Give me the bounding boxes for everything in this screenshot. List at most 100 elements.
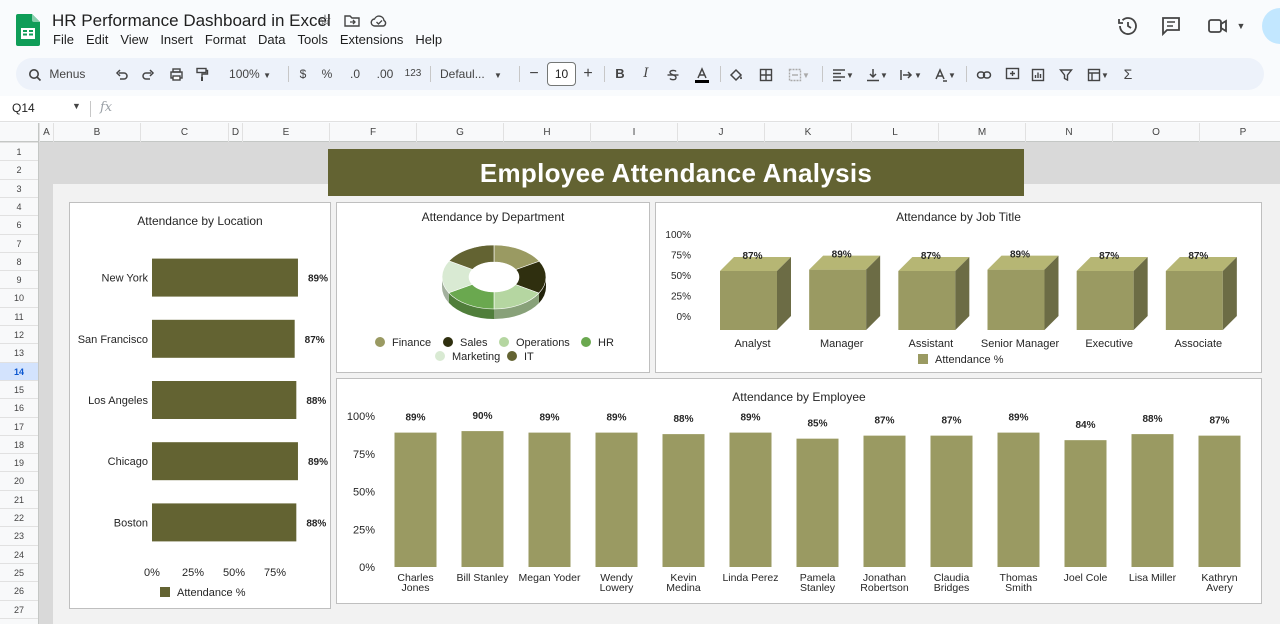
row-header-17[interactable]: 17 xyxy=(0,416,38,435)
insert-chart-button[interactable] xyxy=(1028,58,1048,90)
search-menus-button[interactable]: Menus xyxy=(28,58,108,90)
borders-button[interactable] xyxy=(756,58,776,90)
column-header-e[interactable]: E xyxy=(242,123,329,142)
paint-format-button[interactable] xyxy=(192,58,212,90)
filter-views-button[interactable]: ▼ xyxy=(1082,58,1114,90)
redo-button[interactable] xyxy=(138,58,158,90)
insert-link-button[interactable] xyxy=(974,58,994,90)
chart-attendance-by-job-title[interactable]: Attendance by Job Title 100% 75% 50% 25% 0% 8… xyxy=(655,202,1262,373)
functions-button[interactable]: Σ xyxy=(1120,58,1136,90)
currency-format-button[interactable]: $ xyxy=(294,58,312,90)
comments-icon[interactable] xyxy=(1159,14,1183,38)
column-header-d[interactable]: D xyxy=(228,123,242,142)
row-header-12[interactable]: 12 xyxy=(0,325,38,343)
row-header-28[interactable]: 28 xyxy=(0,617,38,624)
row-header-10[interactable]: 10 xyxy=(0,288,38,306)
column-header-i[interactable]: I xyxy=(590,123,677,142)
column-header-f[interactable]: F xyxy=(329,123,416,142)
fill-color-button[interactable] xyxy=(726,58,746,90)
row-header-24[interactable]: 24 xyxy=(0,544,38,563)
font-select[interactable]: Defaul... ▼ xyxy=(440,58,514,90)
percent-format-button[interactable]: % xyxy=(318,58,336,90)
chart-attendance-by-location[interactable]: Attendance by Location New York 89% San Fr… xyxy=(69,202,331,609)
text-rotation-button[interactable]: ▼ xyxy=(930,58,960,90)
column-header-c[interactable]: C xyxy=(140,123,228,142)
row-header-13[interactable]: 13 xyxy=(0,343,38,361)
row-header-23[interactable]: 23 xyxy=(0,526,38,544)
menu-data[interactable]: Data xyxy=(258,32,285,48)
row-header-19[interactable]: 19 xyxy=(0,453,38,471)
row-header-14[interactable]: 14 xyxy=(0,361,38,380)
row-header-27[interactable]: 27 xyxy=(0,599,38,618)
merge-cells-button[interactable]: ▼ xyxy=(784,58,814,90)
column-header-g[interactable]: G xyxy=(416,123,503,142)
row-header-22[interactable]: 22 xyxy=(0,508,38,526)
chart-attendance-by-department[interactable]: Attendance by Department Finance Sales Ope… xyxy=(336,202,650,373)
row-header-4[interactable]: 4 xyxy=(0,196,38,215)
more-formats-button[interactable]: 123 xyxy=(402,58,424,90)
row-header-8[interactable]: 8 xyxy=(0,251,38,270)
column-header-l[interactable]: L xyxy=(851,123,938,142)
name-box[interactable]: Q14 xyxy=(12,101,35,115)
sheets-logo-icon[interactable] xyxy=(16,14,40,46)
menu-format[interactable]: Format xyxy=(205,32,246,48)
row-header-25[interactable]: 25 xyxy=(0,562,38,581)
column-header-o[interactable]: O xyxy=(1112,123,1199,142)
menu-view[interactable]: View xyxy=(120,32,148,48)
meet-video-icon[interactable] xyxy=(1206,14,1230,38)
menu-extensions[interactable]: Extensions xyxy=(340,32,404,48)
share-button[interactable] xyxy=(1262,8,1280,44)
column-header-a[interactable]: A xyxy=(39,123,53,142)
row-header-6[interactable]: 6 xyxy=(0,215,38,233)
column-header-k[interactable]: K xyxy=(764,123,851,142)
text-color-button[interactable] xyxy=(692,58,712,90)
column-header-j[interactable]: J xyxy=(677,123,764,142)
menu-file[interactable]: File xyxy=(53,32,74,48)
insert-comment-button[interactable] xyxy=(1002,58,1022,90)
row-header-16[interactable]: 16 xyxy=(0,398,38,416)
chevron-down-icon[interactable]: ▼ xyxy=(72,101,81,111)
row-header-1[interactable]: 1 xyxy=(0,142,38,160)
row-header-3[interactable]: 3 xyxy=(0,178,38,197)
select-all-corner[interactable] xyxy=(0,123,39,142)
chart-attendance-by-employee[interactable]: Attendance by Employee 100% 75% 50% 25% 0% 89… xyxy=(336,378,1262,604)
create-filter-button[interactable] xyxy=(1056,58,1076,90)
strikethrough-button[interactable] xyxy=(664,58,682,90)
bold-button[interactable]: B xyxy=(612,58,628,90)
menu-edit[interactable]: Edit xyxy=(86,32,108,48)
column-header-p[interactable]: P xyxy=(1199,123,1280,142)
italic-button[interactable]: I xyxy=(638,58,654,90)
column-header-h[interactable]: H xyxy=(503,123,590,142)
vertical-align-button[interactable]: ▼ xyxy=(862,58,892,90)
row-header-20[interactable]: 20 xyxy=(0,471,38,489)
zoom-select[interactable]: 100% ▼ xyxy=(220,58,280,90)
undo-button[interactable] xyxy=(112,58,132,90)
font-size-input[interactable]: 10 xyxy=(547,62,576,86)
move-folder-icon[interactable] xyxy=(343,12,361,30)
column-header-b[interactable]: B xyxy=(53,123,140,142)
column-header-n[interactable]: N xyxy=(1025,123,1112,142)
chevron-down-icon[interactable]: ▼ xyxy=(1232,17,1250,35)
column-header-m[interactable]: M xyxy=(938,123,1025,142)
row-header-11[interactable]: 11 xyxy=(0,306,38,325)
row-header-7[interactable]: 7 xyxy=(0,233,38,252)
row-header-26[interactable]: 26 xyxy=(0,581,38,599)
row-header-9[interactable]: 9 xyxy=(0,270,38,288)
decrease-font-size-button[interactable]: − xyxy=(526,58,542,90)
cloud-status-icon[interactable] xyxy=(370,12,388,30)
document-title[interactable]: HR Performance Dashboard in Excel xyxy=(52,11,331,31)
row-header-2[interactable]: 2 xyxy=(0,160,38,178)
increase-decimal-button[interactable]: .00 xyxy=(372,58,398,90)
menu-insert[interactable]: Insert xyxy=(160,32,193,48)
horizontal-align-button[interactable]: ▼ xyxy=(828,58,858,90)
print-button[interactable] xyxy=(166,58,186,90)
row-header-18[interactable]: 18 xyxy=(0,434,38,453)
row-header-21[interactable]: 21 xyxy=(0,489,38,508)
decrease-decimal-button[interactable]: .0 xyxy=(344,58,366,90)
increase-font-size-button[interactable]: + xyxy=(580,58,596,90)
row-header-15[interactable]: 15 xyxy=(0,379,38,398)
version-history-icon[interactable] xyxy=(1116,14,1140,38)
menu-tools[interactable]: Tools xyxy=(297,32,327,48)
text-wrapping-button[interactable]: ▼ xyxy=(896,58,926,90)
star-icon[interactable]: ☆ xyxy=(316,12,334,30)
